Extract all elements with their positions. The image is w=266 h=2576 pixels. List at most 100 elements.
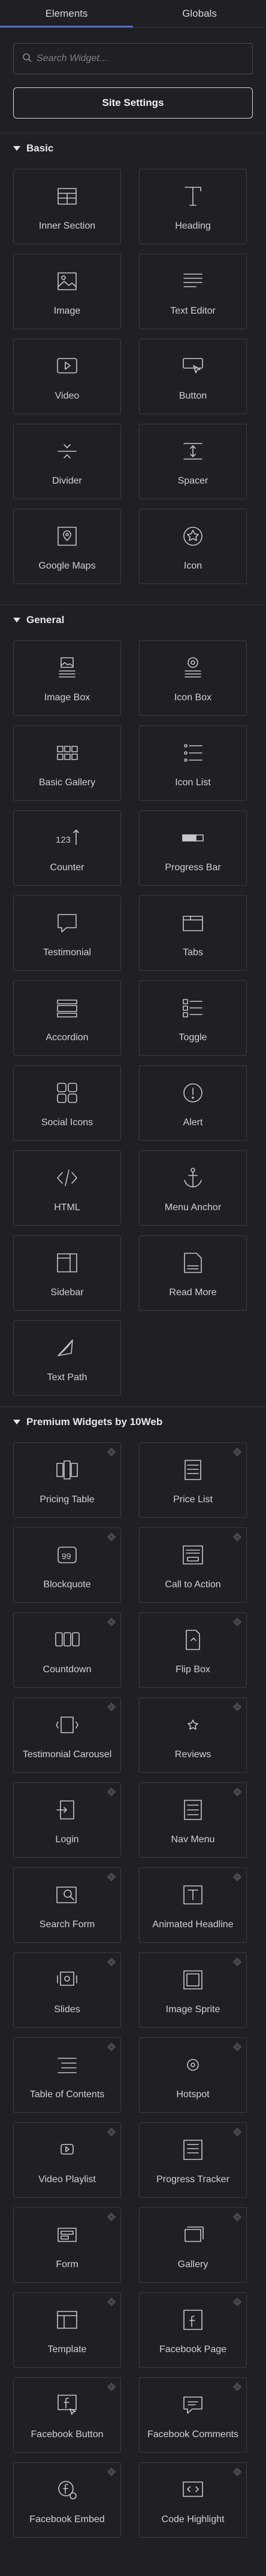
widget-card[interactable]: Image Box <box>13 640 121 716</box>
anchor-icon <box>140 1164 246 1192</box>
widget-card[interactable]: Toggle <box>139 980 247 1056</box>
widget-card[interactable]: Accordion <box>13 980 121 1056</box>
widget-card[interactable]: Gallery <box>139 2207 247 2283</box>
widget-label: Facebook Button <box>31 2429 104 2440</box>
widget-label: Table of Contents <box>29 2089 105 2100</box>
facebook-embed-icon <box>14 2476 120 2504</box>
widget-card[interactable]: Button <box>139 339 247 414</box>
hotspot-icon <box>140 2051 246 2079</box>
tab-globals[interactable]: Globals <box>133 0 266 27</box>
widget-card[interactable]: Basic Gallery <box>13 725 121 801</box>
widget-card[interactable]: Tabs <box>139 895 247 971</box>
facebook-page-icon <box>140 2306 246 2334</box>
widget-card[interactable]: HTML <box>13 1150 121 1226</box>
widget-label: Facebook Embed <box>29 2514 105 2525</box>
widget-card[interactable]: Form <box>13 2207 121 2283</box>
widget-card[interactable]: Read More <box>139 1235 247 1311</box>
pro-badge-icon <box>107 2128 116 2136</box>
widget-card[interactable]: Reviews <box>139 1697 247 1773</box>
widget-card[interactable]: Progress Tracker <box>139 2122 247 2198</box>
widget-card[interactable]: Facebook Button <box>13 2377 121 2453</box>
widget-label: Countdown <box>43 1664 92 1675</box>
widget-label: Toggle <box>179 1032 207 1043</box>
widget-card[interactable]: Facebook Embed <box>13 2462 121 2538</box>
widget-card[interactable]: Icon Box <box>139 640 247 716</box>
widget-card[interactable]: 123 Counter <box>13 810 121 886</box>
testimonial-icon <box>14 909 120 937</box>
toggle-icon <box>140 994 246 1022</box>
widget-card[interactable]: Text Editor <box>139 254 247 329</box>
widget-card[interactable]: Facebook Page <box>139 2292 247 2368</box>
pro-badge-icon <box>107 1873 116 1881</box>
category-header[interactable]: General <box>13 614 64 626</box>
widget-card[interactable]: Hotspot <box>139 2037 247 2113</box>
search-input[interactable] <box>37 53 240 64</box>
widget-label: Counter <box>50 862 84 873</box>
pro-badge-icon <box>107 2383 116 2391</box>
caret-down-icon <box>13 1420 20 1424</box>
widget-card[interactable]: Image <box>13 254 121 329</box>
widget-label: Reviews <box>174 1749 211 1760</box>
widget-card[interactable]: Video <box>13 339 121 414</box>
html-icon <box>14 1164 120 1192</box>
widget-card[interactable]: Google Maps <box>13 509 121 584</box>
reviews-icon <box>140 1711 246 1739</box>
widget-card[interactable]: Icon List <box>139 725 247 801</box>
pro-badge-icon <box>107 2213 116 2221</box>
pro-badge-icon <box>233 1873 241 1881</box>
widget-card[interactable]: Testimonial <box>13 895 121 971</box>
widget-card[interactable]: Menu Anchor <box>139 1150 247 1226</box>
search-form-icon <box>14 1881 120 1909</box>
tab-elements[interactable]: Elements <box>0 0 133 28</box>
widget-card[interactable]: Facebook Comments <box>139 2377 247 2453</box>
widget-card[interactable]: Text Path <box>13 1320 121 1396</box>
pro-badge-icon <box>233 1958 241 1966</box>
widget-card[interactable]: Slides <box>13 1952 121 2028</box>
widget-card[interactable]: Sidebar <box>13 1235 121 1311</box>
text-path-icon <box>14 1334 120 1362</box>
site-settings-button[interactable]: Site Settings <box>13 87 253 119</box>
widget-card[interactable]: Call to Action <box>139 1527 247 1603</box>
widget-card[interactable]: Testimonial Carousel <box>13 1697 121 1773</box>
pro-badge-icon <box>233 2298 241 2306</box>
pro-badge-icon <box>107 1533 116 1541</box>
widget-card[interactable]: Spacer <box>139 424 247 499</box>
testimonial-carousel-icon <box>14 1711 120 1739</box>
widget-card[interactable]: Alert <box>139 1065 247 1141</box>
category-title: Basic <box>26 142 54 154</box>
icon-list-icon <box>140 739 246 767</box>
widget-card[interactable]: Pricing Table <box>13 1442 121 1518</box>
widget-card[interactable]: Progress Bar <box>139 810 247 886</box>
widget-card[interactable]: Table of Contents <box>13 2037 121 2113</box>
widget-card[interactable]: Price List <box>139 1442 247 1518</box>
widget-card[interactable]: Heading <box>139 169 247 244</box>
widget-label: Spacer <box>177 476 208 486</box>
widget-card[interactable]: Flip Box <box>139 1612 247 1688</box>
widget-card[interactable]: Countdown <box>13 1612 121 1688</box>
widget-card[interactable]: Divider <box>13 424 121 499</box>
widget-card[interactable]: Social Icons <box>13 1065 121 1141</box>
widget-card[interactable]: Template <box>13 2292 121 2368</box>
widget-label: Testimonial Carousel <box>22 1749 112 1760</box>
widget-card[interactable]: Image Sprite <box>139 1952 247 2028</box>
category-header[interactable]: Basic <box>13 142 53 154</box>
section-divider <box>0 604 266 605</box>
category-header[interactable]: Premium Widgets by 10Web <box>13 1416 162 1428</box>
widget-card[interactable]: Nav Menu <box>139 1782 247 1858</box>
pro-badge-icon <box>107 1788 116 1796</box>
widget-label: Price List <box>173 1494 213 1505</box>
widget-card[interactable]: Code Highlight <box>139 2462 247 2538</box>
widget-card[interactable]: 99 Blockquote <box>13 1527 121 1603</box>
accordion-icon <box>14 994 120 1022</box>
widget-card[interactable]: Inner Section <box>13 169 121 244</box>
widget-label: Icon <box>183 561 202 571</box>
countdown-icon <box>14 1626 120 1654</box>
widget-card[interactable]: Icon <box>139 509 247 584</box>
button-icon <box>140 353 246 380</box>
widget-label: Read More <box>169 1287 217 1298</box>
widget-card[interactable]: Search Form <box>13 1867 121 1943</box>
widget-card[interactable]: Video Playlist <box>13 2122 121 2198</box>
pro-badge-icon <box>233 1448 241 1456</box>
widget-card[interactable]: Animated Headline <box>139 1867 247 1943</box>
widget-card[interactable]: Login <box>13 1782 121 1858</box>
